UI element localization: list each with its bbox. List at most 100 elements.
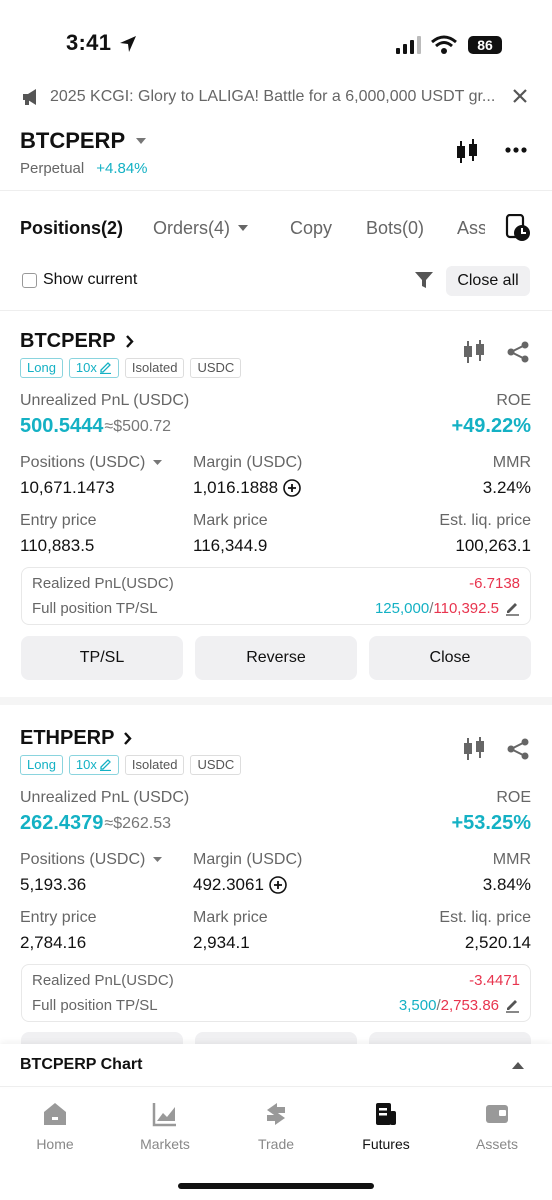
chevron-right-icon xyxy=(124,732,133,745)
tpsl-values[interactable]: 125,000/110,392.5 xyxy=(375,600,520,617)
mmr-label: MMR xyxy=(492,454,531,471)
liq-price-label: Est. liq. price xyxy=(439,909,531,926)
entry-price-label: Entry price xyxy=(20,909,97,926)
stop-loss-value: 110,392.5 xyxy=(433,600,499,617)
positions-size-label: Positions (USDC) xyxy=(20,851,146,868)
show-current-checkbox[interactable] xyxy=(22,273,37,288)
position-tags: Long 10x Isolated USDC xyxy=(20,358,247,378)
banner-text: 2025 KCGI: Glory to LALIGA! Battle for a… xyxy=(50,88,496,105)
symbol-title: BTCPERP xyxy=(20,128,126,153)
chevron-right-icon xyxy=(125,335,134,348)
tab-orders-label: Orders(4) xyxy=(153,218,231,238)
unrealized-pnl-value: 500.5444 xyxy=(20,415,104,437)
realized-pnl-value: -3.4471 xyxy=(469,972,520,989)
positions-size-selector[interactable]: Positions (USDC) xyxy=(20,454,163,472)
close-position-button[interactable]: Close xyxy=(369,636,531,680)
mmr-value: 3.84% xyxy=(482,875,531,894)
margin-adjust[interactable]: 1,016.1888 xyxy=(193,478,301,498)
share-icon[interactable] xyxy=(507,341,529,363)
chart-drawer-label: BTCPERP Chart xyxy=(20,1056,143,1073)
nav-futures[interactable]: Futures xyxy=(336,1100,436,1152)
caret-up-icon[interactable] xyxy=(511,1061,525,1070)
mmr-value: 3.24% xyxy=(482,478,531,497)
price-change: +4.84% xyxy=(96,160,148,177)
stop-loss-value: 2,753.86 xyxy=(440,997,499,1014)
tab-orders[interactable]: Orders(4) xyxy=(153,218,249,239)
edit-icon xyxy=(506,603,519,616)
leverage-value: 10x xyxy=(75,360,97,375)
mark-price-value: 2,934.1 xyxy=(193,933,250,952)
caret-down-icon xyxy=(153,460,163,465)
markets-icon xyxy=(152,1103,176,1127)
margin-label: Margin (USDC) xyxy=(193,851,303,868)
header-divider xyxy=(0,190,552,191)
unrealized-pnl-usd: ≈$262.53 xyxy=(104,814,172,832)
nav-divider xyxy=(0,1086,552,1087)
margin-value: 1,016.1888 xyxy=(193,478,279,497)
take-profit-value: 3,500 xyxy=(398,997,437,1014)
unrealized-pnl-label: Unrealized PnL (USDC) xyxy=(20,789,190,806)
positions-size-value: 10,671.1473 xyxy=(20,478,115,497)
home-indicator xyxy=(178,1183,374,1189)
status-time: 3:41 xyxy=(66,30,112,55)
positions-size-value: 5,193.36 xyxy=(20,875,87,894)
nav-markets[interactable]: Markets xyxy=(115,1100,215,1152)
nav-trade[interactable]: Trade xyxy=(226,1100,326,1152)
tab-positions[interactable]: Positions(2) xyxy=(20,218,123,239)
position-symbol-link[interactable]: ETHPERP xyxy=(20,727,133,750)
announcement-banner[interactable]: 2025 KCGI: Glory to LALIGA! Battle for a… xyxy=(22,86,532,108)
mark-price-value: 116,344.9 xyxy=(193,536,268,555)
tpsl-values[interactable]: 3,500/2,753.86 xyxy=(399,997,520,1014)
leverage-value: 10x xyxy=(75,757,97,772)
positions-size-label: Positions (USDC) xyxy=(20,454,146,471)
wifi-icon xyxy=(431,35,457,54)
nav-assets[interactable]: Assets xyxy=(447,1100,547,1152)
nav-home[interactable]: Home xyxy=(5,1100,105,1152)
leverage-tag[interactable]: 10x xyxy=(68,755,119,775)
entry-price-value: 2,784.16 xyxy=(20,933,87,952)
take-profit-value: 125,000 xyxy=(374,600,430,617)
unrealized-pnl-usd: ≈$500.72 xyxy=(104,417,172,435)
filter-icon[interactable] xyxy=(414,270,434,290)
wallet-icon xyxy=(486,1105,508,1123)
margin-label: Margin (USDC) xyxy=(193,454,303,471)
candlestick-chart-icon[interactable] xyxy=(455,139,479,165)
position-symbol: ETHPERP xyxy=(20,727,115,749)
roe-value: +49.22% xyxy=(451,415,531,437)
tpsl-button[interactable]: TP/SL xyxy=(21,636,183,680)
close-all-button[interactable]: Close all xyxy=(446,266,530,296)
reverse-button[interactable]: Reverse xyxy=(195,636,357,680)
nav-home-label: Home xyxy=(36,1136,74,1152)
close-icon[interactable] xyxy=(512,88,528,104)
realized-pnl-label: Realized PnL(USDC) xyxy=(32,972,174,989)
show-current-label: Show current xyxy=(43,271,138,288)
unrealized-pnl: 500.5444 ≈$500.72 xyxy=(20,415,171,438)
tpsl-label: Full position TP/SL xyxy=(32,600,158,617)
symbol-selector[interactable]: BTCPERP xyxy=(20,128,147,154)
symbol-subtitle: Perpetual +4.84% xyxy=(20,160,148,177)
caret-down-icon xyxy=(153,857,163,862)
side-tag: Long xyxy=(20,755,63,775)
position-symbol-link[interactable]: BTCPERP xyxy=(20,330,134,353)
home-icon xyxy=(44,1103,66,1125)
margin-adjust[interactable]: 492.3061 xyxy=(193,875,287,895)
share-icon[interactable] xyxy=(507,738,529,760)
leverage-tag[interactable]: 10x xyxy=(68,358,119,378)
tab-copy[interactable]: Copy xyxy=(290,218,332,239)
card-separator xyxy=(0,697,552,705)
candlestick-chart-icon[interactable] xyxy=(463,737,485,761)
edit-icon xyxy=(99,362,111,375)
mark-price-label: Mark price xyxy=(193,909,268,926)
positions-size-selector[interactable]: Positions (USDC) xyxy=(20,851,163,869)
tab-assets[interactable]: Ass xyxy=(457,218,485,239)
unrealized-pnl: 262.4379 ≈$262.53 xyxy=(20,812,171,835)
trade-icon xyxy=(267,1103,285,1125)
caret-down-icon xyxy=(136,138,147,144)
tab-bots[interactable]: Bots(0) xyxy=(366,218,424,239)
candlestick-chart-icon[interactable] xyxy=(463,340,485,364)
contract-type: Perpetual xyxy=(20,160,85,177)
order-history-icon[interactable] xyxy=(505,214,531,242)
more-options-icon[interactable] xyxy=(505,147,527,153)
roe-value: +53.25% xyxy=(451,812,531,834)
add-margin-icon xyxy=(269,876,287,894)
